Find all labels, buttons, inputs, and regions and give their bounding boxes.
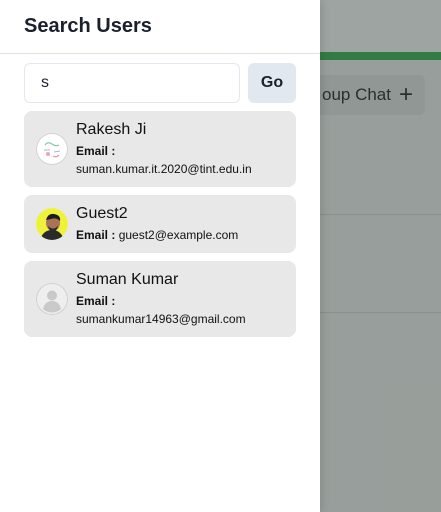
user-name: Suman Kumar: [76, 271, 179, 288]
drawer-title: Search Users: [24, 15, 152, 37]
search-row: Go: [24, 63, 296, 103]
user-result-item[interactable]: Guest2 Email : guest2@example.com: [24, 195, 296, 253]
email-label: Email :: [76, 294, 116, 308]
email-label: Email :: [76, 144, 116, 158]
user-result-item[interactable]: Rakesh Ji Email : suman.kumar.it.2020@ti…: [24, 111, 296, 187]
user-email: sumankumar14963@gmail.com: [76, 312, 246, 326]
go-button[interactable]: Go: [248, 63, 296, 103]
default-avatar: [36, 283, 68, 315]
drawer-header: Search Users: [0, 0, 320, 54]
search-users-drawer: Search Users Go Rakesh Ji Email : su: [0, 0, 320, 512]
user-email-line: Email : sumankumar14963@gmail.com: [76, 292, 246, 328]
search-input[interactable]: [24, 63, 240, 103]
sketch-avatar: [36, 133, 68, 165]
search-results: Rakesh Ji Email : suman.kumar.it.2020@ti…: [24, 111, 296, 345]
user-email-line: Email : guest2@example.com: [76, 226, 238, 244]
user-name: Guest2: [76, 205, 128, 222]
user-name: Rakesh Ji: [76, 121, 147, 138]
user-email: guest2@example.com: [118, 228, 239, 242]
user-result-item[interactable]: Suman Kumar Email : sumankumar14963@gmai…: [24, 261, 296, 337]
user-email-line: Email : suman.kumar.it.2020@tint.edu.in: [76, 142, 252, 178]
email-label: Email :: [76, 228, 116, 242]
photo-avatar: [36, 208, 68, 240]
user-email: suman.kumar.it.2020@tint.edu.in: [76, 162, 252, 176]
